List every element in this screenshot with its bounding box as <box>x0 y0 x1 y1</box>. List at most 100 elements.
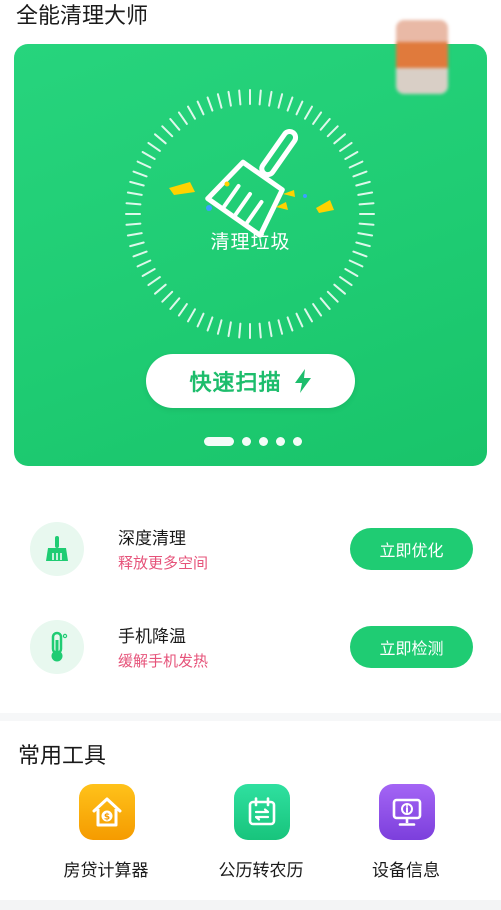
dial-tick <box>258 322 262 339</box>
dial-tick <box>295 100 304 116</box>
dial-tick <box>333 133 346 145</box>
pager-dot[interactable] <box>293 437 302 446</box>
dial-tick <box>206 316 214 332</box>
dial-tick <box>154 283 167 295</box>
dial-tick <box>326 290 339 303</box>
dial-tick <box>304 105 313 120</box>
dial-tick <box>141 268 156 277</box>
tool-label: 房贷计算器 <box>63 861 149 881</box>
dial-tick <box>238 89 242 106</box>
dial-tick <box>147 276 161 287</box>
dial-tick <box>161 125 174 138</box>
hero-card[interactable]: 清理垃圾 快速扫描 <box>14 44 487 466</box>
tools-section-title: 常用工具 <box>18 744 107 769</box>
dial-tick <box>129 180 145 187</box>
dial-tick <box>196 312 205 328</box>
dial-tick <box>177 303 188 317</box>
feature-deep-clean[interactable]: 深度清理 释放更多空间 立即优化 <box>0 510 501 590</box>
dial-tick <box>187 308 196 323</box>
quick-scan-label: 快速扫描 <box>189 371 282 396</box>
dial-tick <box>132 170 148 178</box>
detect-now-button[interactable]: 立即检测 <box>350 626 473 668</box>
feature-subtitle: 释放更多空间 <box>118 554 209 572</box>
bottom-edge <box>0 900 501 910</box>
dial-tick <box>136 259 152 268</box>
dial-tick <box>295 312 304 328</box>
dial-tick <box>339 276 353 287</box>
house-money-icon: $ <box>79 784 135 840</box>
dial-tick <box>258 89 262 106</box>
dial-tick <box>277 319 284 335</box>
dial-tick <box>348 259 364 268</box>
avatar[interactable] <box>396 20 448 94</box>
lightning-icon <box>294 369 311 393</box>
pager-dot[interactable] <box>276 437 285 446</box>
feature-phone-cooling[interactable]: 手机降温 缓解手机发热 立即检测 <box>0 608 501 688</box>
dial-tick <box>304 308 313 323</box>
dial-tick <box>169 118 181 131</box>
carousel-pager <box>204 437 302 446</box>
dial-tick <box>147 141 161 152</box>
tool-label: 公历转农历 <box>218 861 304 881</box>
dial-tick <box>141 151 156 160</box>
dial-tick <box>125 202 142 206</box>
dial-tick <box>216 319 223 335</box>
dial-tick <box>154 133 167 145</box>
feature-title: 深度清理 <box>118 529 186 549</box>
dial-tick <box>319 297 331 310</box>
dial-tick <box>319 118 331 131</box>
dial-tick <box>216 93 223 109</box>
dial-tick <box>344 151 359 160</box>
broom-icon <box>205 128 299 238</box>
dial-tick <box>358 222 375 226</box>
dial-tick <box>326 125 339 138</box>
pager-dot[interactable] <box>242 437 251 446</box>
optimize-now-button[interactable]: 立即优化 <box>350 528 473 570</box>
dial-tick <box>161 290 174 303</box>
section-divider <box>0 713 501 721</box>
dial-tick <box>177 111 188 125</box>
dial-tick <box>268 321 273 338</box>
dial-tick <box>238 322 242 339</box>
dial-tick <box>312 303 323 317</box>
dial-tick <box>125 222 142 226</box>
dial-tick <box>286 316 294 332</box>
hero-label: 清理垃圾 <box>210 231 291 253</box>
pager-dot[interactable] <box>259 437 268 446</box>
dial-tick <box>286 96 294 112</box>
pager-dot-active[interactable] <box>204 437 234 446</box>
dial-tick <box>355 180 371 187</box>
dial-tick <box>339 141 353 152</box>
dial-tick <box>268 90 273 107</box>
dial-tick <box>352 170 368 178</box>
tool-device-info[interactable]: 设备信息 <box>336 784 476 894</box>
dial-tick <box>358 202 375 206</box>
quick-scan-button[interactable]: 快速扫描 <box>146 354 355 408</box>
feature-title: 手机降温 <box>118 627 186 647</box>
thermometer-icon <box>30 620 84 674</box>
svg-text:$: $ <box>104 813 110 823</box>
app-title: 全能清理大师 <box>16 4 149 29</box>
monitor-info-icon <box>379 784 435 840</box>
dial-tick <box>187 105 196 120</box>
tool-calendar-converter[interactable]: 公历转农历 <box>191 784 331 894</box>
dial-tick <box>227 90 232 107</box>
calendar-convert-icon <box>234 784 290 840</box>
debris-shapes <box>169 181 334 213</box>
dial-tick <box>136 160 152 169</box>
dial-tick <box>227 321 232 338</box>
dial-tick <box>333 283 346 295</box>
dial-tick <box>312 111 323 125</box>
dial-tick <box>206 96 214 112</box>
dial-tick <box>277 93 284 109</box>
dial-tick <box>344 268 359 277</box>
dial-tick <box>357 191 374 196</box>
feature-subtitle: 缓解手机发热 <box>118 652 209 670</box>
tool-mortgage-calculator[interactable]: $ 房贷计算器 <box>36 784 176 894</box>
dial-tick <box>348 160 364 169</box>
tool-label: 设备信息 <box>372 861 440 881</box>
dial-tick <box>126 191 143 196</box>
dial-tick <box>196 100 205 116</box>
dial-tick <box>169 297 181 310</box>
broom-icon <box>30 522 84 576</box>
